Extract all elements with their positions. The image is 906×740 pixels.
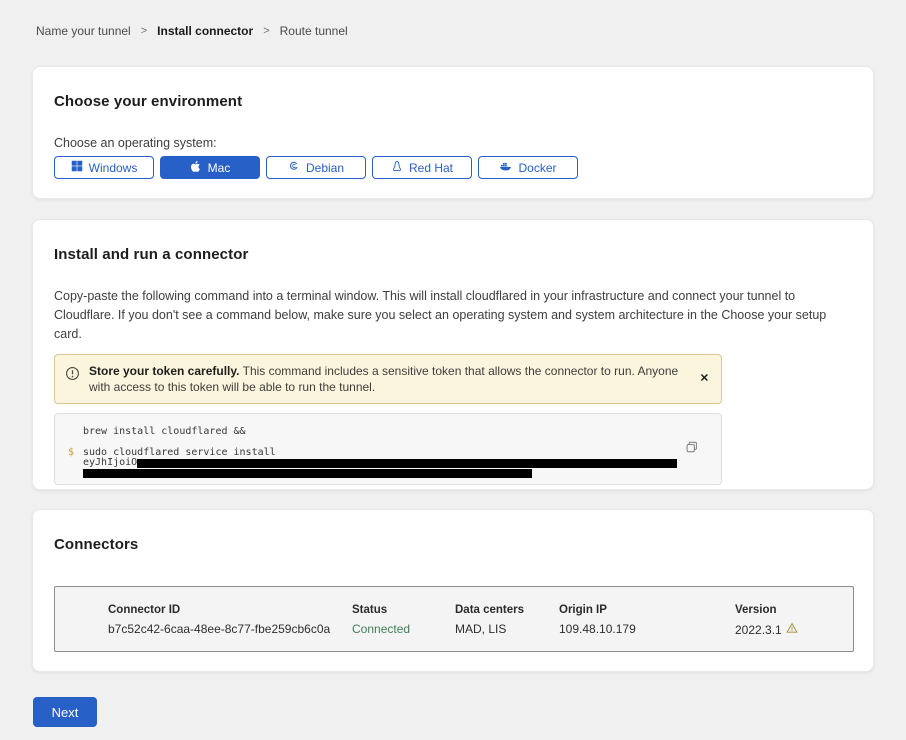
- install-description: Copy-paste the following command into a …: [54, 287, 849, 344]
- version-number: 2022.3.1: [735, 623, 782, 637]
- breadcrumb-step-name-your-tunnel[interactable]: Name your tunnel: [36, 24, 131, 38]
- token-prefix: eyJhIjoiO: [83, 458, 137, 468]
- choose-environment-card: Choose your environment Choose an operat…: [32, 66, 874, 199]
- version-warning-icon: [786, 622, 798, 637]
- table-row: b7c52c42-6caa-48ee-8c77-fbe259cb6c0a Con…: [108, 622, 853, 637]
- os-button-label: Windows: [89, 161, 138, 175]
- breadcrumb-step-route-tunnel[interactable]: Route tunnel: [280, 24, 348, 38]
- col-header-origin-ip: Origin IP: [559, 603, 735, 617]
- status-badge: Connected: [352, 622, 455, 637]
- next-button[interactable]: Next: [33, 697, 97, 727]
- os-select-label: Choose an operating system:: [54, 136, 852, 150]
- os-button-label: Red Hat: [409, 161, 453, 175]
- version-value: 2022.3.1: [735, 622, 853, 637]
- windows-icon: [71, 160, 83, 175]
- install-connector-title: Install and run a connector: [54, 246, 852, 263]
- os-button-label: Debian: [306, 161, 344, 175]
- os-button-row: Windows Mac Debian Red Hat: [54, 156, 852, 179]
- close-icon[interactable]: ✕: [700, 374, 709, 385]
- apple-icon: [190, 160, 202, 176]
- origin-ip-value: 109.48.10.179: [559, 622, 735, 637]
- token-warning-title: Store your token carefully.: [89, 364, 240, 378]
- alert-circle-icon: [65, 366, 80, 395]
- copy-icon[interactable]: [685, 440, 699, 457]
- os-button-label: Docker: [518, 161, 556, 175]
- docker-whale-icon: [499, 160, 512, 175]
- connectors-table: Connector ID Status Data centers Origin …: [54, 586, 854, 652]
- install-command-code-block: $ brew install cloudflared && sudo cloud…: [54, 413, 722, 485]
- redhat-tux-icon: [391, 160, 403, 175]
- install-connector-card: Install and run a connector Copy-paste t…: [32, 219, 874, 490]
- os-button-redhat[interactable]: Red Hat: [372, 156, 472, 179]
- connectors-title: Connectors: [54, 536, 852, 553]
- col-header-connector-id: Connector ID: [108, 603, 352, 617]
- redaction-bar: [83, 469, 532, 478]
- connectors-card: Connectors Connector ID Status Data cent…: [32, 509, 874, 672]
- breadcrumb: Name your tunnel > Install connector > R…: [0, 0, 906, 38]
- os-button-windows[interactable]: Windows: [54, 156, 154, 179]
- data-centers-value: MAD, LIS: [455, 622, 559, 637]
- token-warning-banner: Store your token carefully. This command…: [54, 354, 722, 404]
- col-header-data-centers: Data centers: [455, 603, 559, 617]
- os-button-debian[interactable]: Debian: [266, 156, 366, 179]
- col-header-status: Status: [352, 603, 455, 617]
- breadcrumb-separator: >: [141, 25, 147, 37]
- command-line-sudo: sudo cloudflared service install: [83, 447, 681, 458]
- token-line: eyJhIjoiO: [83, 458, 681, 468]
- os-button-label: Mac: [208, 161, 231, 175]
- breadcrumb-separator: >: [263, 25, 269, 37]
- connectors-table-header: Connector ID Status Data centers Origin …: [108, 603, 853, 617]
- shell-prompt: $: [68, 447, 74, 458]
- debian-icon: [288, 160, 300, 175]
- os-button-docker[interactable]: Docker: [478, 156, 578, 179]
- breadcrumb-step-install-connector[interactable]: Install connector: [157, 24, 253, 38]
- command-line-brew: brew install cloudflared &&: [83, 426, 681, 438]
- redaction-bar: [137, 459, 677, 468]
- choose-environment-title: Choose your environment: [54, 93, 852, 110]
- os-button-mac[interactable]: Mac: [160, 156, 260, 179]
- connector-id-value: b7c52c42-6caa-48ee-8c77-fbe259cb6c0a: [108, 622, 352, 637]
- col-header-version: Version: [735, 603, 853, 617]
- token-warning-text: Store your token carefully. This command…: [89, 363, 681, 395]
